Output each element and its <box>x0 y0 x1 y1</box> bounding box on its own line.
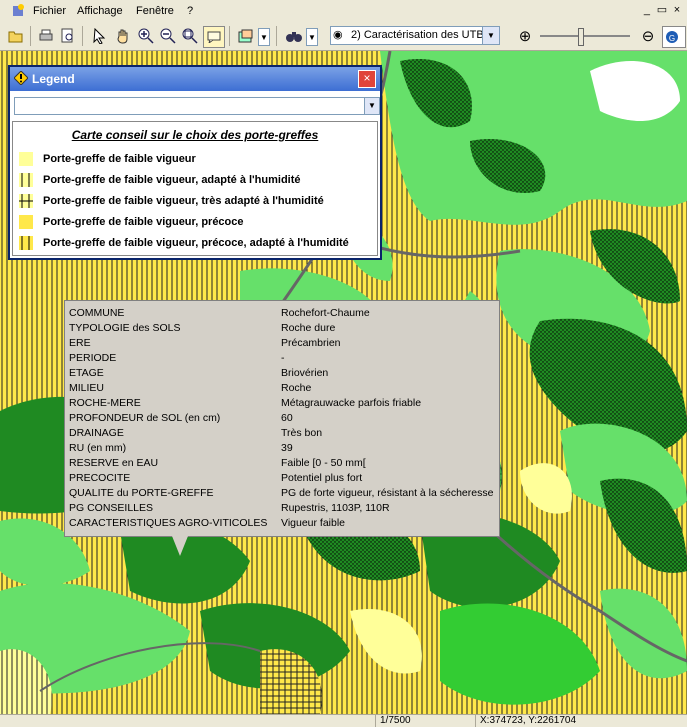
zoom-slider-track[interactable] <box>540 35 630 37</box>
legend-icon <box>14 71 28 85</box>
layer-dropdown-arrow[interactable]: ▼ <box>258 28 270 46</box>
minimize-button[interactable]: _ <box>641 4 653 16</box>
swatch-vertical-lines <box>19 173 33 187</box>
info-row: RESERVE en EAU Faible [0 - 50 mm[ <box>69 457 366 469</box>
legend-titlebar[interactable]: Legend × <box>10 67 380 91</box>
status-bar: 1/7500 X:374723, Y:2261704 <box>0 714 687 727</box>
info-row: ERE Précambrien <box>69 337 341 349</box>
window-controls: _ ▭ × <box>641 3 683 16</box>
print-preview-icon[interactable] <box>58 26 78 46</box>
swatch-yellow <box>19 215 33 229</box>
legend-window[interactable]: Legend × ▼ Carte conseil sur le choix de… <box>8 65 382 260</box>
scale-readout: 1/7500 <box>375 715 470 727</box>
layer-select-value: 2) Caractérisation des UTB <box>351 29 484 41</box>
info-row: TYPOLOGIE des SOLS Roche dure <box>69 322 336 334</box>
svg-text:G: G <box>669 34 675 43</box>
legend-title: Legend <box>32 72 75 86</box>
app-icon <box>13 4 24 16</box>
info-icon[interactable] <box>203 26 225 48</box>
legend-layer-select[interactable]: ▼ <box>14 97 380 115</box>
info-row: COMMUNE Rochefort-Chaume <box>69 307 370 319</box>
info-row: MILIEU Roche <box>69 382 312 394</box>
pan-hand-icon[interactable] <box>113 26 133 46</box>
zoom-plus-icon[interactable]: ⊕ <box>515 26 535 46</box>
info-row: PROFONDEUR de SOL (en cm) 60 <box>69 412 293 424</box>
tooltip-pointer <box>172 536 188 556</box>
binoculars-icon[interactable] <box>284 26 304 46</box>
select-arrow-icon[interactable] <box>90 26 110 46</box>
menu-bar: Fichier Affichage Fenêtre ? _ ▭ × <box>0 0 687 22</box>
swatch-cross-hatch <box>19 194 33 208</box>
legend-close-button[interactable]: × <box>358 70 376 88</box>
menu-fichier[interactable]: Fichier <box>33 5 66 17</box>
info-row: ROCHE-MERE Métagrauwacke parfois friable <box>69 397 422 409</box>
zoom-in-icon[interactable] <box>136 26 156 46</box>
legend-body: Carte conseil sur le choix des porte-gre… <box>12 121 378 256</box>
feature-info-tooltip: COMMUNE Rochefort-Chaume TYPOLOGIE des SO… <box>64 300 500 537</box>
toolbar: ▼ ▼ ◉ 2) Caractérisation des UTB ▼ ⊕ ⊖ G <box>0 22 687 51</box>
close-button[interactable]: × <box>671 4 683 16</box>
info-row: PRECOCITE Potentiel plus fort <box>69 472 363 484</box>
menu-affichage[interactable]: Affichage <box>77 5 123 17</box>
zoom-out-icon[interactable] <box>158 26 178 46</box>
print-icon[interactable] <box>36 26 56 46</box>
info-row: PERIODE - <box>69 352 285 364</box>
swatch-light-yellow <box>19 152 33 166</box>
info-row: RU (en mm) 39 <box>69 442 293 454</box>
menu-fenetre[interactable]: Fenêtre <box>136 5 174 17</box>
legend-heading: Carte conseil sur le choix des porte-gre… <box>71 128 319 142</box>
zoom-minus-icon[interactable]: ⊖ <box>638 26 658 46</box>
info-row: QUALITE du PORTE-GREFFE PG de forte vigue… <box>69 487 494 499</box>
chevron-down-icon: ▼ <box>364 98 379 114</box>
info-row: DRAINAGE Très bon <box>69 427 323 439</box>
zoom-extent-icon[interactable] <box>180 26 200 46</box>
menu-help[interactable]: ? <box>187 5 193 17</box>
swatch-vertical-lines-yellow <box>19 236 33 250</box>
coordinates-readout: X:374723, Y:2261704 <box>475 715 680 727</box>
info-row: CARACTERISTIQUES AGRO-VITICOLES Vigueur f… <box>69 517 346 529</box>
logo-icon: G <box>662 26 686 48</box>
info-row: ETAGE Briovérien <box>69 367 329 379</box>
find-dropdown-arrow[interactable]: ▼ <box>306 28 318 46</box>
info-row: PG CONSEILLES Rupestris, 1103P, 110R <box>69 502 390 514</box>
zoom-slider-thumb[interactable] <box>578 28 584 46</box>
eye-icon: ◉ <box>333 29 343 41</box>
open-icon[interactable] <box>6 26 26 46</box>
layer-icon[interactable] <box>236 26 256 46</box>
restore-button[interactable]: ▭ <box>656 3 668 16</box>
layer-select[interactable]: ◉ 2) Caractérisation des UTB ▼ <box>330 26 500 45</box>
chevron-down-icon: ▼ <box>482 27 499 44</box>
